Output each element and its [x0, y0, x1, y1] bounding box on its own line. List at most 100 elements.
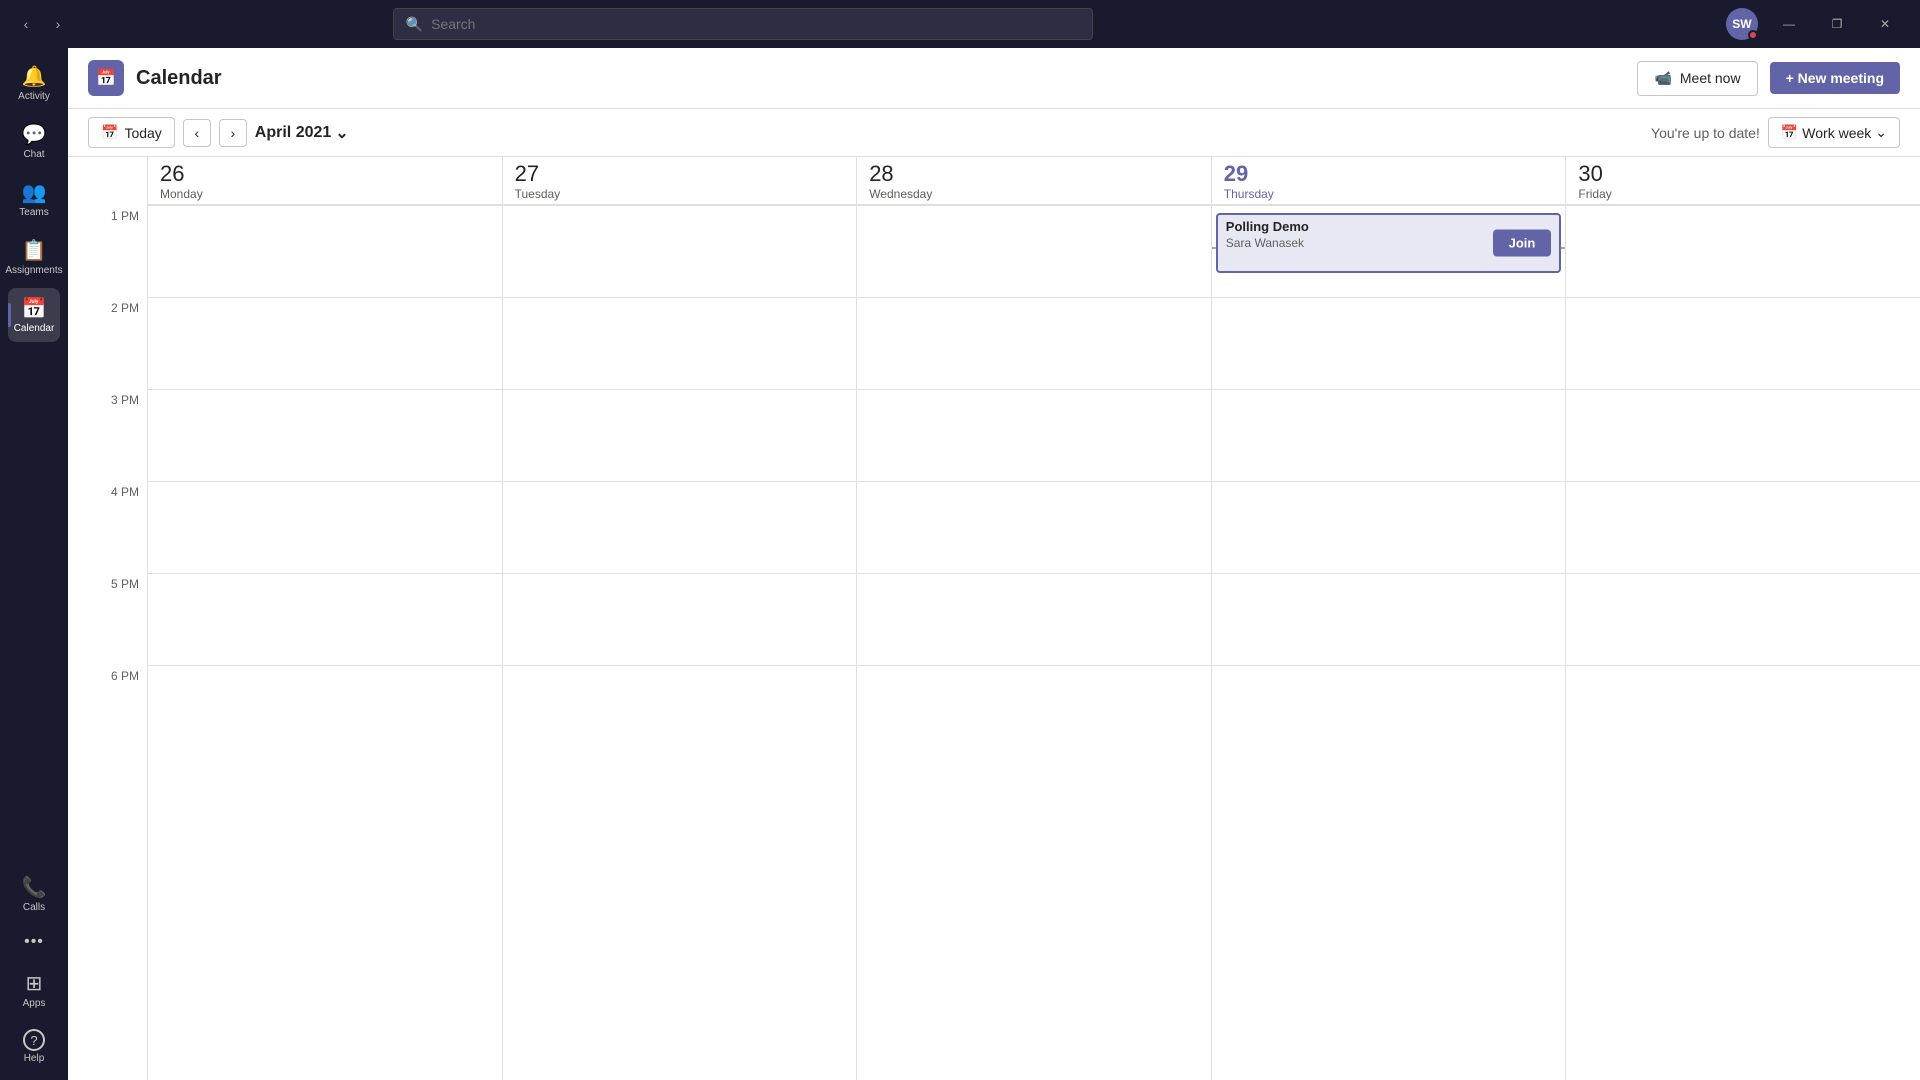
calendar-header: 📅 Calendar 📹 Meet now + New meeting — [68, 48, 1920, 109]
time-slot-1pm: 1 PM — [68, 205, 147, 297]
day-header-tuesday: 27 Tuesday — [503, 157, 857, 205]
hour-line — [148, 389, 502, 390]
meet-now-button[interactable]: 📹 Meet now — [1637, 61, 1757, 96]
hour-line — [148, 481, 502, 482]
help-icon: ? — [23, 1029, 45, 1051]
day-header-thursday: 29 Thursday — [1212, 157, 1566, 205]
sidebar-item-more[interactable]: ••• — [8, 925, 60, 959]
sidebar-item-label: Activity — [18, 91, 50, 102]
hour-line — [1566, 573, 1920, 574]
calendar-page-icon: 📅 — [88, 60, 124, 96]
sidebar-item-help[interactable]: ? Help — [8, 1021, 60, 1072]
hour-line — [503, 389, 857, 390]
hour-line — [503, 573, 857, 574]
prev-arrow-button[interactable]: ‹ — [183, 119, 211, 147]
hour-line — [1212, 481, 1566, 482]
back-button[interactable]: ‹ — [12, 10, 40, 38]
hour-line — [1212, 573, 1566, 574]
chat-icon: 💬 — [22, 122, 47, 147]
calls-icon: 📞 — [22, 875, 47, 900]
avatar-status-badge — [1748, 30, 1758, 40]
sidebar: 🔔 Activity 💬 Chat 👥 Teams 📋 Assignments … — [0, 48, 68, 1080]
video-icon: 📹 — [1654, 70, 1671, 87]
hour-line — [503, 665, 857, 666]
hour-line — [1566, 389, 1920, 390]
day-friday: 30 Friday — [1566, 157, 1920, 1080]
hour-line — [1212, 205, 1566, 206]
day-header-friday: 30 Friday — [1566, 157, 1920, 205]
chevron-down-icon: ⌄ — [335, 123, 348, 143]
event-polling-demo[interactable]: Polling Demo Sara Wanasek Join — [1216, 213, 1562, 273]
sidebar-item-chat[interactable]: 💬 Chat — [8, 114, 60, 168]
hour-line — [857, 205, 1211, 206]
sidebar-item-calendar[interactable]: 📅 Calendar — [8, 288, 60, 342]
next-arrow-button[interactable]: › — [219, 119, 247, 147]
sidebar-item-label: Apps — [23, 998, 46, 1009]
day-header-wednesday: 28 Wednesday — [857, 157, 1211, 205]
hour-line — [503, 481, 857, 482]
day-header-monday: 26 Monday — [148, 157, 502, 205]
minimize-button[interactable]: — — [1766, 8, 1812, 40]
hour-line — [1566, 205, 1920, 206]
more-icon: ••• — [24, 933, 44, 951]
new-meeting-button[interactable]: + New meeting — [1770, 62, 1900, 94]
hour-line — [148, 205, 502, 206]
day-body-wednesday[interactable] — [857, 205, 1211, 1080]
assignments-icon: 📋 — [22, 238, 47, 263]
search-input[interactable] — [431, 16, 1080, 32]
day-body-friday[interactable] — [1566, 205, 1920, 1080]
forward-button[interactable]: › — [44, 10, 72, 38]
day-body-thursday[interactable]: Polling Demo Sara Wanasek Join — [1212, 205, 1566, 1080]
chevron-down-icon: ⌄ — [1875, 124, 1887, 141]
hour-line — [1566, 665, 1920, 666]
sidebar-item-activity[interactable]: 🔔 Activity — [8, 56, 60, 110]
hour-line — [857, 297, 1211, 298]
search-bar[interactable]: 🔍 — [393, 8, 1093, 40]
calendar-small-icon: 📅 — [101, 124, 118, 141]
hour-line — [1566, 481, 1920, 482]
sidebar-item-label: Chat — [23, 149, 44, 160]
sidebar-item-label: Help — [24, 1053, 45, 1064]
day-body-monday[interactable] — [148, 205, 502, 1080]
sidebar-item-calls[interactable]: 📞 Calls — [8, 867, 60, 921]
time-slot-4pm: 4 PM — [68, 481, 147, 573]
hour-line — [148, 573, 502, 574]
header-actions: 📹 Meet now + New meeting — [1637, 61, 1900, 96]
sidebar-item-assignments[interactable]: 📋 Assignments — [8, 230, 60, 284]
activity-icon: 🔔 — [22, 64, 47, 89]
hour-line — [1212, 389, 1566, 390]
apps-icon: ⊞ — [26, 971, 43, 996]
title-bar: ‹ › 🔍 SW — ❐ ✕ — [0, 0, 1920, 48]
hour-line — [1212, 665, 1566, 666]
month-display[interactable]: April 2021 ⌄ — [255, 123, 349, 143]
time-slot-3pm: 3 PM — [68, 389, 147, 481]
avatar[interactable]: SW — [1726, 8, 1758, 40]
sidebar-item-teams[interactable]: 👥 Teams — [8, 172, 60, 226]
calendar-icon: 📅 — [22, 296, 47, 321]
time-slot-5pm: 5 PM — [68, 573, 147, 665]
today-button[interactable]: 📅 Today — [88, 117, 175, 148]
time-column: 1 PM 2 PM 3 PM 4 PM 5 PM 6 PM — [68, 157, 148, 1080]
sidebar-item-label: Calendar — [14, 323, 55, 334]
active-indicator — [8, 303, 11, 327]
calendar-grid: 1 PM 2 PM 3 PM 4 PM 5 PM 6 PM 26 Monday — [68, 157, 1920, 1080]
hour-line — [857, 573, 1211, 574]
page-title: Calendar — [136, 67, 222, 90]
hour-line — [503, 297, 857, 298]
sidebar-item-apps[interactable]: ⊞ Apps — [8, 963, 60, 1017]
sidebar-item-label: Calls — [23, 902, 45, 913]
view-selector[interactable]: 📅 Work week ⌄ — [1768, 117, 1900, 148]
sidebar-item-label: Teams — [19, 207, 48, 218]
days-container: 26 Monday 27 T — [148, 157, 1920, 1080]
close-button[interactable]: ✕ — [1862, 8, 1908, 40]
day-body-tuesday[interactable] — [503, 205, 857, 1080]
time-slot-6pm: 6 PM — [68, 665, 147, 757]
calendar-nav: 📅 Today ‹ › April 2021 ⌄ You're up to da… — [68, 109, 1920, 157]
day-monday: 26 Monday — [148, 157, 503, 1080]
day-thursday: 29 Thursday Polling De — [1212, 157, 1567, 1080]
join-button[interactable]: Join — [1493, 230, 1552, 257]
search-icon: 🔍 — [406, 16, 423, 33]
nav-controls: ‹ › — [12, 10, 72, 38]
maximize-button[interactable]: ❐ — [1814, 8, 1860, 40]
hour-line — [503, 205, 857, 206]
